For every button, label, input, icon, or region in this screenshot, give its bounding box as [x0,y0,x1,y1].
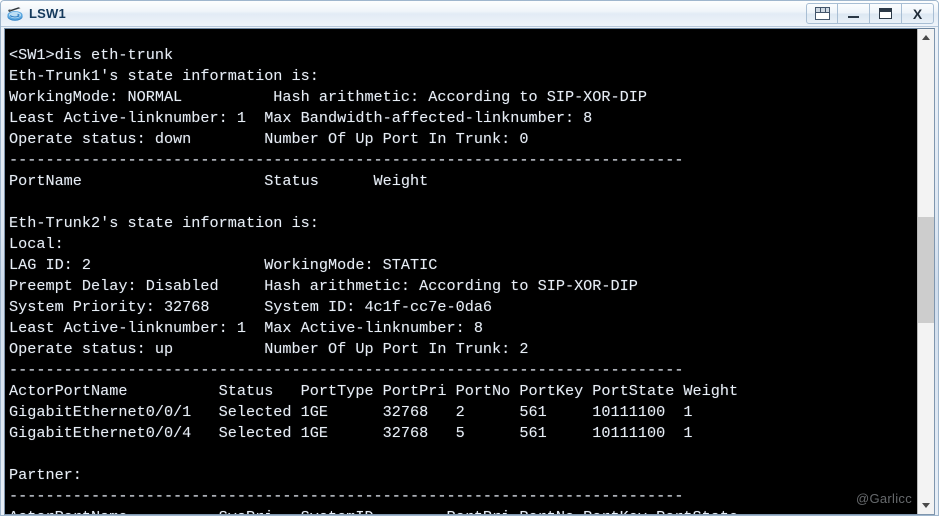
maximize-button[interactable] [870,3,902,24]
minimize-icon [848,15,859,18]
window-controls: X [806,3,934,25]
title-bar[interactable]: LSW1 X [1,1,938,27]
tile-layout-icon [814,7,830,20]
close-button[interactable]: X [902,3,934,24]
console-output-area[interactable]: <SW1>dis eth-trunk Eth-Trunk1's state in… [4,28,935,515]
scroll-thumb[interactable] [918,217,934,323]
scroll-down-arrow[interactable] [918,497,934,514]
close-icon: X [912,5,923,22]
scroll-up-arrow[interactable] [918,29,934,46]
switch-icon [5,4,25,24]
restore-layout-button[interactable] [806,3,838,24]
console-text: <SW1>dis eth-trunk Eth-Trunk1's state in… [9,46,739,514]
maximize-icon [879,8,892,19]
window-title: LSW1 [29,6,66,21]
terminal-window: LSW1 X <SW1>dis eth-trunk Eth-Trunk1's s… [0,0,939,516]
console-scrollbar[interactable] [917,29,934,514]
minimize-button[interactable] [838,3,870,24]
